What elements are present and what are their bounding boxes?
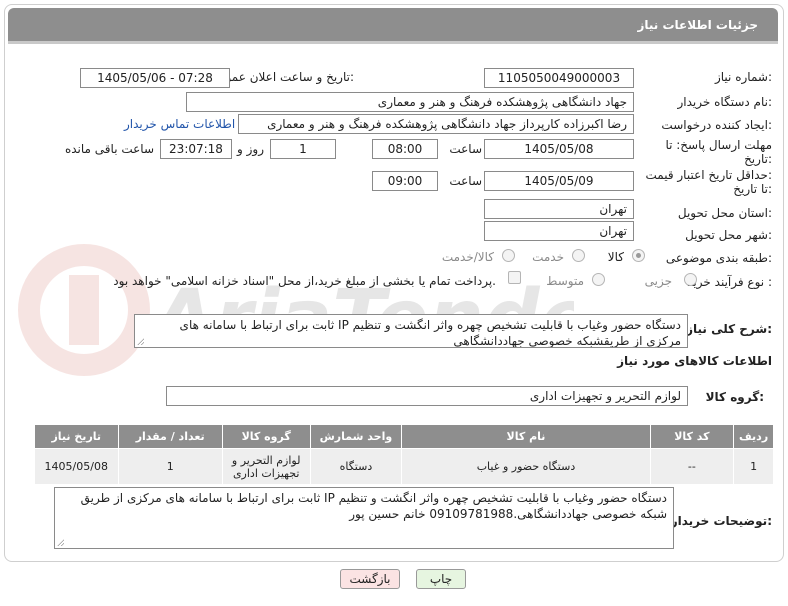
reply-deadline-time: 08:00 (372, 139, 438, 159)
price-time-label: ساعت (449, 174, 482, 188)
goods-group-field: لوازم التحریر و تجهیزات اداری (166, 386, 688, 406)
goods-table-header: ردیف کد کالا نام کالا واحد شمارش گروه کا… (34, 424, 774, 449)
cell-name: دستگاه حضور و غیاب (401, 448, 651, 485)
process-label: نوع فرآیند خرید : (687, 275, 772, 289)
category-radio-goods[interactable] (632, 249, 645, 262)
process-radio-minor[interactable] (684, 273, 697, 286)
buyer-notes-text: دستگاه حضور وغیاب با قابلیت تشخیص چهره و… (80, 491, 667, 521)
general-desc-label: شرح کلی نیاز: (686, 322, 772, 336)
province-field: تهران (484, 199, 634, 219)
province-label: استان محل تحویل: (677, 206, 772, 220)
category-radio-both[interactable] (502, 249, 515, 262)
page-title: جزئیات اطلاعات نیاز (637, 18, 758, 32)
goods-info-title: اطلاعات کالاهای مورد نیاز (617, 354, 772, 368)
general-desc-text: دستگاه حضور وغیاب با قابلیت تشخیص چهره و… (179, 318, 681, 348)
reply-deadline-date: 1405/05/08 (484, 139, 634, 159)
price-validity-date: 1405/05/09 (484, 171, 634, 191)
table-row: 1 -- دستگاه حضور و غیاب دستگاه لوازم الت… (34, 448, 774, 485)
col-date: تاریخ نیاز (34, 424, 119, 449)
panel-header: جزئیات اطلاعات نیاز (8, 8, 778, 44)
resize-grip-icon[interactable] (137, 338, 144, 345)
reply-time-label: ساعت (449, 142, 482, 156)
buyer-contact-link[interactable]: اطلاعات تماس خریدار (124, 117, 235, 131)
need-number-label: شماره نیاز: (714, 70, 772, 84)
reply-deadline-label-2: تاریخ: (744, 152, 772, 166)
price-validity-label-1: حداقل تاریخ اعتبار قیمت: (645, 168, 772, 182)
price-validity-time: 09:00 (372, 171, 438, 191)
price-validity-label-2: تا تاریخ: (733, 182, 772, 196)
goods-group-label: گروه کالا: (705, 390, 764, 404)
cell-group: لوازم التحریر و تجهیزات اداری (221, 448, 311, 485)
category-option-both: کالا/خدمت (441, 250, 494, 264)
cell-date: 1405/05/08 (34, 448, 119, 485)
resize-grip-icon[interactable] (57, 539, 64, 546)
col-group: گروه کالا (221, 424, 311, 449)
buyer-notes-textarea[interactable]: دستگاه حضور وغیاب با قابلیت تشخیص چهره و… (54, 487, 674, 549)
treasury-checkbox[interactable] (508, 271, 521, 284)
buyer-org-label: نام دستگاه خریدار: (677, 95, 773, 109)
days-label: روز و (237, 142, 264, 156)
buyer-org-field: جهاد دانشگاهی پژوهشکده فرهنگ و هنر و معم… (186, 92, 634, 112)
category-radio-service[interactable] (572, 249, 585, 262)
col-unit: واحد شمارش (309, 424, 403, 449)
cell-code: -- (649, 448, 735, 485)
reply-deadline-label-1: مهلت ارسال پاسخ: تا (665, 138, 772, 152)
category-option-goods: کالا (607, 250, 624, 264)
remaining-time: 23:07:18 (160, 139, 232, 159)
goods-table: ردیف کد کالا نام کالا واحد شمارش گروه کا… (34, 424, 774, 485)
buyer-notes-label: توضیحات خریدار: (670, 514, 772, 528)
city-field: تهران (484, 221, 634, 241)
cell-row: 1 (733, 448, 774, 485)
announce-date-field: 1405/05/06 - 07:28 (80, 68, 230, 88)
print-button[interactable]: چاپ (416, 569, 466, 589)
need-number-field: 1105050049000003 (484, 68, 634, 88)
process-radio-medium[interactable] (592, 273, 605, 286)
process-option-minor: جزیی (644, 274, 672, 288)
back-button[interactable]: بازگشت (340, 569, 400, 589)
treasury-note: پرداخت تمام یا بخشی از مبلغ خرید،از محل … (113, 274, 496, 288)
col-name: نام کالا (401, 424, 651, 449)
cell-qty: 1 (117, 448, 223, 485)
announce-date-label: تاریخ و ساعت اعلان عمومی: (209, 70, 354, 84)
col-code: کد کالا (649, 424, 735, 449)
city-label: شهر محل تحویل: (685, 228, 772, 242)
remaining-label: ساعت باقی مانده (64, 142, 154, 156)
requester-field: رضا اکبرزاده کارپرداز جهاد دانشگاهی پژوه… (238, 114, 634, 134)
category-option-service: خدمت (532, 250, 564, 264)
general-desc-textarea[interactable]: دستگاه حضور وغیاب با قابلیت تشخیص چهره و… (134, 314, 688, 348)
category-label: طبقه بندی موضوعی: (665, 251, 772, 265)
col-qty: تعداد / مقدار (117, 424, 223, 449)
requester-label: ایجاد کننده درخواست: (661, 118, 772, 132)
process-option-medium: متوسط (546, 274, 584, 288)
col-row: ردیف (733, 424, 774, 449)
cell-unit: دستگاه (309, 448, 403, 485)
remaining-days: 1 (270, 139, 336, 159)
